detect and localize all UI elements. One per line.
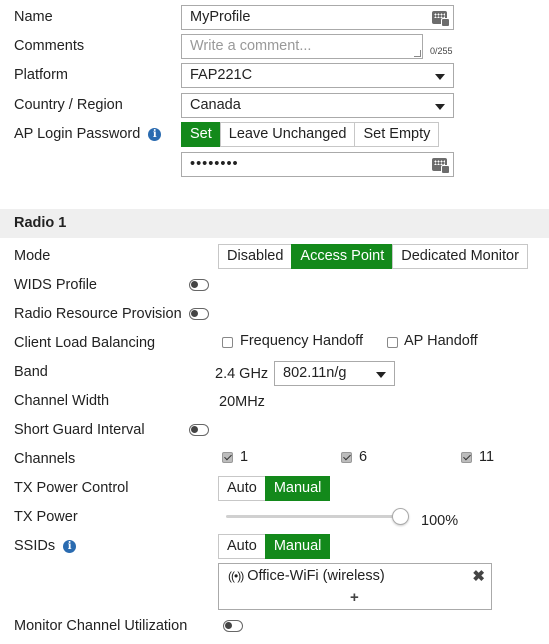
password-mode-toggle: Set Leave Unchanged Set Empty (181, 122, 440, 147)
password-option-set[interactable]: Set (181, 122, 221, 147)
password-value: •••••••• (190, 156, 239, 172)
slider-track (226, 515, 398, 518)
tx-option-manual[interactable]: Manual (264, 476, 331, 501)
band-value: 802.11n/g (283, 365, 347, 381)
mcu-label: Monitor Channel Utilization (14, 618, 188, 634)
resize-handle-icon[interactable] (414, 50, 421, 57)
platform-select[interactable]: FAP221C (181, 63, 454, 88)
channel-width-value: 20MHz (219, 394, 265, 410)
frequency-handoff-checkbox[interactable] (222, 337, 233, 348)
comments-placeholder: Write a comment... (190, 38, 312, 54)
mode-toggle: Disabled Access Point Dedicated Monitor (218, 244, 528, 269)
caret-down-icon (376, 372, 386, 378)
rrp-label: Radio Resource Provision (14, 306, 182, 322)
tx-option-auto[interactable]: Auto (218, 476, 266, 501)
channel-1-checkbox[interactable] (222, 452, 233, 463)
platform-value: FAP221C (190, 67, 253, 83)
mode-option-access-point[interactable]: Access Point (291, 244, 394, 269)
channel-1-label: 1 (240, 449, 249, 465)
ap-handoff-checkbox[interactable] (387, 337, 398, 348)
name-label: Name (14, 9, 53, 25)
slider-thumb[interactable] (391, 508, 409, 525)
frequency-handoff-label: Frequency Handoff (240, 333, 364, 349)
mcu-toggle[interactable] (223, 620, 243, 632)
band-frequency: 2.4 GHz (215, 366, 269, 382)
comments-counter: 0/255 (430, 46, 453, 56)
channel-6-label: 6 (359, 449, 368, 465)
channels-label: Channels (14, 451, 76, 467)
caret-down-icon (435, 74, 445, 80)
radio-1-section-header: Radio 1 (0, 209, 549, 238)
sgi-toggle[interactable] (189, 424, 209, 436)
name-input[interactable]: MyProfile (181, 5, 454, 30)
ssid-list: ((•)) Office-WiFi (wireless) ✖ + (218, 563, 492, 610)
tx-power-control-toggle: Auto Manual (218, 476, 331, 501)
wids-toggle[interactable] (189, 279, 209, 291)
tx-power-value: 100% (421, 513, 459, 529)
keyboard-icon[interactable] (432, 11, 450, 27)
password-input[interactable]: •••••••• (181, 152, 454, 177)
password-option-set-empty[interactable]: Set Empty (354, 122, 440, 147)
mode-option-dedicated-monitor[interactable]: Dedicated Monitor (392, 244, 528, 269)
ssids-option-auto[interactable]: Auto (218, 534, 266, 559)
add-ssid-button[interactable]: + (350, 589, 359, 606)
tx-power-slider[interactable] (226, 508, 409, 526)
ssid-item-label: Office-WiFi (wireless) (247, 568, 385, 584)
info-icon[interactable]: i (63, 540, 77, 553)
mode-option-disabled[interactable]: Disabled (218, 244, 293, 269)
remove-icon[interactable]: ✖ (472, 567, 485, 585)
ssid-item: ((•)) Office-WiFi (wireless) (228, 568, 385, 584)
ssids-option-manual[interactable]: Manual (264, 534, 331, 559)
wireless-signal-icon: ((•)) (228, 569, 244, 583)
password-label: AP Login Password (14, 126, 141, 142)
name-value: MyProfile (190, 9, 251, 25)
rrp-toggle[interactable] (189, 308, 209, 320)
ssids-label: SSIDs (14, 538, 56, 554)
caret-down-icon (435, 104, 445, 110)
band-select[interactable]: 802.11n/g (274, 361, 395, 386)
sgi-label: Short Guard Interval (14, 422, 145, 438)
keyboard-icon[interactable] (432, 158, 450, 174)
channel-6-checkbox[interactable] (341, 452, 352, 463)
country-select[interactable]: Canada (181, 93, 454, 118)
platform-label: Platform (14, 67, 68, 83)
section-title: Radio 1 (14, 215, 67, 231)
password-option-leave-unchanged[interactable]: Leave Unchanged (219, 122, 356, 147)
comments-input[interactable]: Write a comment... (181, 34, 423, 59)
channel-width-label: Channel Width (14, 393, 110, 409)
info-icon[interactable]: i (148, 128, 162, 141)
comments-label: Comments (14, 38, 85, 54)
country-value: Canada (190, 97, 241, 113)
band-label: Band (14, 364, 48, 380)
country-label: Country / Region (14, 97, 123, 113)
password-label-row: AP Login Password i (14, 126, 162, 142)
mode-label: Mode (14, 248, 51, 264)
ssids-label-row: SSIDs i (14, 538, 77, 554)
clb-label: Client Load Balancing (14, 335, 156, 351)
channel-11-checkbox[interactable] (461, 452, 472, 463)
tx-power-control-label: TX Power Control (14, 480, 129, 496)
channel-11-label: 11 (479, 449, 495, 465)
ssids-mode-toggle: Auto Manual (218, 534, 331, 559)
wids-label: WIDS Profile (14, 277, 97, 293)
tx-power-label: TX Power (14, 509, 78, 525)
ap-handoff-label: AP Handoff (404, 333, 478, 349)
